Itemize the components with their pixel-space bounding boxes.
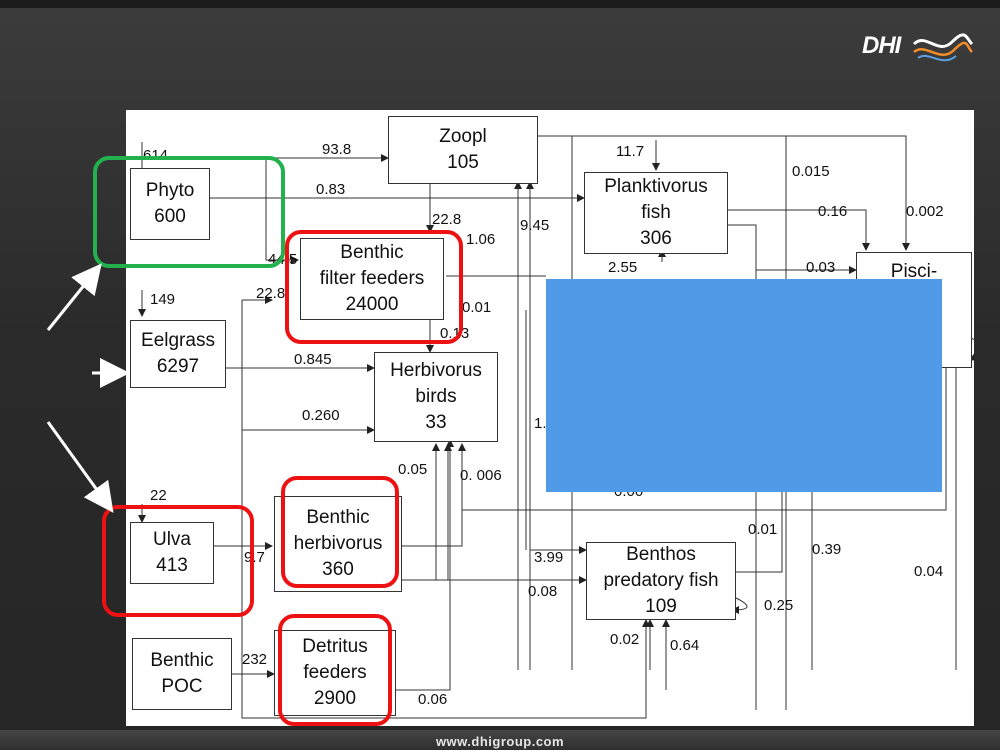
node-planktivorus-fish: Planktivorus fish 306 bbox=[584, 172, 728, 254]
flow-label: 0.845 bbox=[294, 351, 332, 368]
flow-label: 0.01 bbox=[462, 299, 492, 316]
highlight-green-phyto bbox=[93, 156, 285, 268]
flow-label: 0.015 bbox=[792, 163, 830, 180]
flow-label: 0.06 bbox=[418, 691, 448, 708]
flow-label: 1. bbox=[534, 415, 547, 432]
flow-label: 232 bbox=[242, 651, 268, 668]
flow-label: 0.04 bbox=[914, 563, 944, 580]
flow-label: 0.02 bbox=[610, 631, 640, 648]
flow-label: 0.64 bbox=[670, 637, 700, 654]
highlight-red-benthic-filter-feeders bbox=[285, 230, 463, 344]
flow-label: 2.55 bbox=[608, 259, 638, 276]
flow-label: 0.83 bbox=[316, 181, 346, 198]
flow-label: 0.01 bbox=[748, 521, 778, 538]
flow-label: 11.7 bbox=[616, 143, 645, 160]
node-benthic-poc: Benthic POC bbox=[132, 638, 232, 710]
highlight-red-benthic-herbivorus bbox=[281, 476, 399, 588]
flow-label: 0.260 bbox=[302, 407, 340, 424]
logo-wave-icon bbox=[912, 33, 974, 62]
flow-label: 0.002 bbox=[906, 203, 944, 220]
arrow-up-right-icon bbox=[46, 263, 102, 331]
highlight-red-ulva bbox=[102, 505, 254, 617]
input-arrows bbox=[46, 263, 130, 513]
flow-label: 0.03 bbox=[806, 259, 836, 276]
flow-label: 0.16 bbox=[818, 203, 848, 220]
node-benthos-predatory-fish: Benthos predatory fish 109 bbox=[586, 542, 736, 620]
arrow-down-right-icon bbox=[46, 421, 114, 513]
dhi-logo: DHI bbox=[862, 30, 974, 66]
flow-label: 0. 006 bbox=[460, 467, 502, 484]
blue-overlay-box bbox=[546, 279, 942, 492]
top-strip bbox=[0, 0, 1000, 8]
flow-label: 1.06 bbox=[466, 231, 496, 248]
flow-label: 0.08 bbox=[528, 583, 558, 600]
node-herbivorus-birds: Herbivorus birds 33 bbox=[374, 352, 498, 442]
flow-label: 3.99 bbox=[534, 549, 564, 566]
highlight-red-detritus-feeders bbox=[278, 614, 392, 726]
flow-label: 9.45 bbox=[520, 217, 550, 234]
flow-label: 93.8 bbox=[322, 141, 352, 158]
flow-label: 0.25 bbox=[764, 597, 794, 614]
flow-label: 22.8 bbox=[432, 211, 462, 228]
flow-label: 0.05 bbox=[398, 461, 428, 478]
node-zoopl: Zoopl 105 bbox=[388, 116, 538, 184]
flow-label: 0.39 bbox=[812, 541, 842, 558]
flow-label: 22.8 bbox=[256, 285, 286, 302]
footer-url[interactable]: www.dhigroup.com bbox=[0, 734, 1000, 749]
